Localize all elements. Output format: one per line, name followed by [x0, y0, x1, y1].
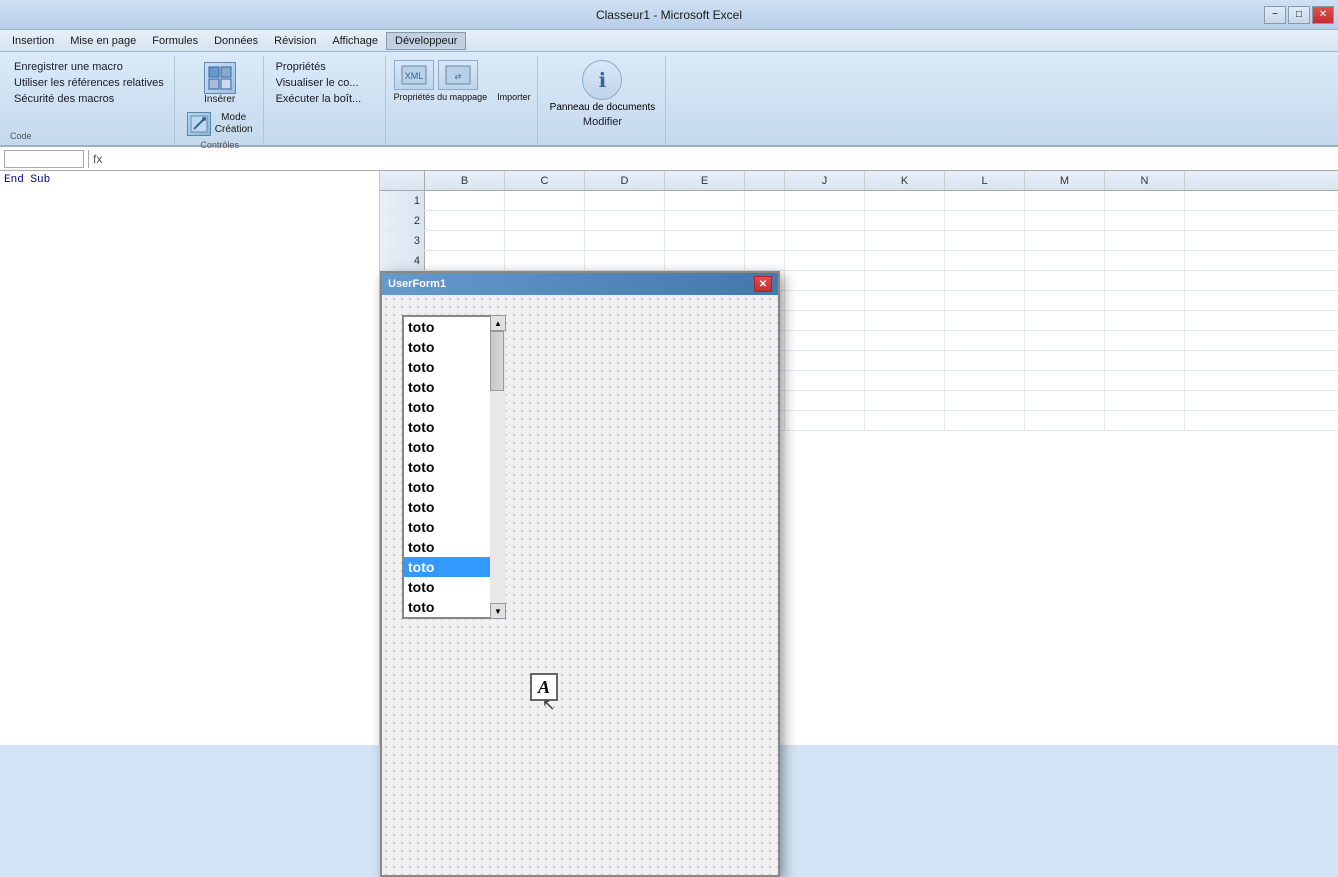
listbox-frame: toto toto toto toto toto toto toto toto … [402, 315, 506, 619]
mode-creation-label: ModeCréation [215, 112, 253, 136]
maximize-button[interactable]: □ [1288, 6, 1310, 24]
panneau-icon: ℹ [582, 60, 622, 100]
executer-boite-button[interactable]: Exécuter la boît... [272, 92, 379, 106]
menu-developpeur[interactable]: Développeur [386, 32, 466, 50]
scrollbar-down-button[interactable]: ▼ [490, 603, 506, 619]
formula-bar: fx [0, 147, 1338, 171]
importer-label[interactable]: Importer [497, 92, 531, 102]
vba-panel: End Sub [0, 171, 380, 745]
table-row[interactable]: 1 [380, 191, 1338, 211]
securite-macros-button[interactable]: Sécurité des macros [10, 92, 168, 106]
references-relatives-button[interactable]: Utiliser les références relatives [10, 76, 168, 90]
col-header-b: B [425, 171, 505, 190]
window-controls: − □ ✕ [1264, 6, 1334, 24]
table-row[interactable]: 2 [380, 211, 1338, 231]
list-item[interactable]: toto [404, 597, 504, 617]
title-bar: Classeur1 - Microsoft Excel − □ ✕ [0, 0, 1338, 30]
svg-text:XML: XML [404, 71, 423, 81]
table-row[interactable]: 3 [380, 231, 1338, 251]
mode-creation-icon [187, 112, 211, 136]
main-area: End Sub B C D E J K L M N 1 2 3 4 5 6 7 … [0, 171, 1338, 745]
ribbon-group-modifier: ℹ Panneau de documents Modifier [540, 56, 667, 145]
fx-label: fx [93, 152, 102, 166]
list-item[interactable]: toto [404, 437, 504, 457]
menu-revision[interactable]: Révision [266, 33, 324, 49]
list-item[interactable]: toto [404, 337, 504, 357]
proprietes-mappage-label[interactable]: Propriétés du mappage [394, 92, 488, 102]
label-a-button[interactable]: A [530, 673, 558, 701]
userform-titlebar[interactable]: UserForm1 ✕ [382, 273, 778, 295]
inserer-button[interactable]: Insérer [200, 60, 240, 108]
xml-icon1: XML [394, 60, 434, 90]
ribbon-group-code: Enregistrer une macro Utiliser les référ… [4, 56, 175, 145]
ribbon: Enregistrer une macro Utiliser les référ… [0, 52, 1338, 147]
mode-creation-button[interactable]: ModeCréation [183, 110, 257, 138]
formula-input[interactable] [106, 150, 1334, 168]
menu-formules[interactable]: Formules [144, 33, 206, 49]
code-group-label: Code [10, 129, 168, 141]
menu-donnees[interactable]: Données [206, 33, 266, 49]
list-item[interactable]: toto [404, 497, 504, 517]
ribbon-group-inserer: Insérer ModeCréation Contrôles [177, 56, 264, 145]
list-item[interactable]: toto [404, 397, 504, 417]
table-row[interactable]: 4 [380, 251, 1338, 271]
scrollbar-track[interactable] [490, 331, 506, 603]
col-header-d: D [585, 171, 665, 190]
list-item[interactable]: toto [404, 577, 504, 597]
menu-insertion[interactable]: Insertion [4, 33, 62, 49]
col-header-k: K [865, 171, 945, 190]
label-a-icon: A [538, 677, 550, 698]
visualiser-button[interactable]: Visualiser le co... [272, 76, 379, 90]
userform-close-button[interactable]: ✕ [754, 276, 772, 292]
userform-title: UserForm1 [388, 278, 754, 290]
col-header-gap [745, 171, 785, 190]
col-header-c: C [505, 171, 585, 190]
enregistrer-macro-button[interactable]: Enregistrer une macro [10, 60, 168, 74]
listbox-wrapper: toto toto toto toto toto toto toto toto … [402, 315, 506, 619]
column-headers: B C D E J K L M N [380, 171, 1338, 191]
minimize-button[interactable]: − [1264, 6, 1286, 24]
ribbon-group-xml: XML ⇄ Propriétés du mappage Importer [388, 56, 538, 145]
app-title: Classeur1 - Microsoft Excel [596, 8, 742, 22]
listbox-scrollbar[interactable]: ▲ ▼ [490, 315, 506, 619]
menu-bar: Insertion Mise en page Formules Données … [0, 30, 1338, 52]
col-header-n: N [1105, 171, 1185, 190]
scrollbar-thumb[interactable] [490, 331, 504, 391]
list-item[interactable]: toto [404, 377, 504, 397]
list-item-selected[interactable]: toto [404, 557, 504, 577]
scrollbar-up-button[interactable]: ▲ [490, 315, 506, 331]
panneau-label[interactable]: Panneau de documents [550, 102, 656, 113]
close-button[interactable]: ✕ [1312, 6, 1334, 24]
name-box[interactable] [4, 150, 84, 168]
modifier-button[interactable]: Modifier [579, 115, 626, 129]
col-header-e: E [665, 171, 745, 190]
xml-icon2: ⇄ [438, 60, 478, 90]
list-item[interactable]: toto [404, 477, 504, 497]
formula-divider [88, 150, 89, 168]
list-item[interactable]: toto [404, 357, 504, 377]
header-corner [380, 171, 425, 190]
list-item[interactable]: toto [404, 317, 504, 337]
menu-mise-en-page[interactable]: Mise en page [62, 33, 144, 49]
menu-affichage[interactable]: Affichage [324, 33, 386, 49]
list-item[interactable]: toto [404, 457, 504, 477]
controles-group-label: Contrôles [200, 138, 239, 150]
listbox[interactable]: toto toto toto toto toto toto toto toto … [404, 317, 504, 617]
userform-body[interactable]: toto toto toto toto toto toto toto toto … [382, 295, 778, 875]
proprietes-button[interactable]: Propriétés [272, 60, 379, 74]
col-header-m: M [1025, 171, 1105, 190]
col-header-l: L [945, 171, 1025, 190]
inserer-label: Insérer [204, 94, 235, 106]
userform-dialog: UserForm1 ✕ toto toto toto toto toto tot… [380, 271, 780, 877]
inserer-icon [204, 62, 236, 94]
svg-text:⇄: ⇄ [454, 72, 461, 81]
vba-end-sub: End Sub [4, 174, 50, 186]
list-item[interactable]: toto [404, 417, 504, 437]
col-header-j: J [785, 171, 865, 190]
ribbon-group-properties: Propriétés Visualiser le co... Exécuter … [266, 56, 386, 145]
list-item[interactable]: toto [404, 517, 504, 537]
list-item[interactable]: toto [404, 537, 504, 557]
